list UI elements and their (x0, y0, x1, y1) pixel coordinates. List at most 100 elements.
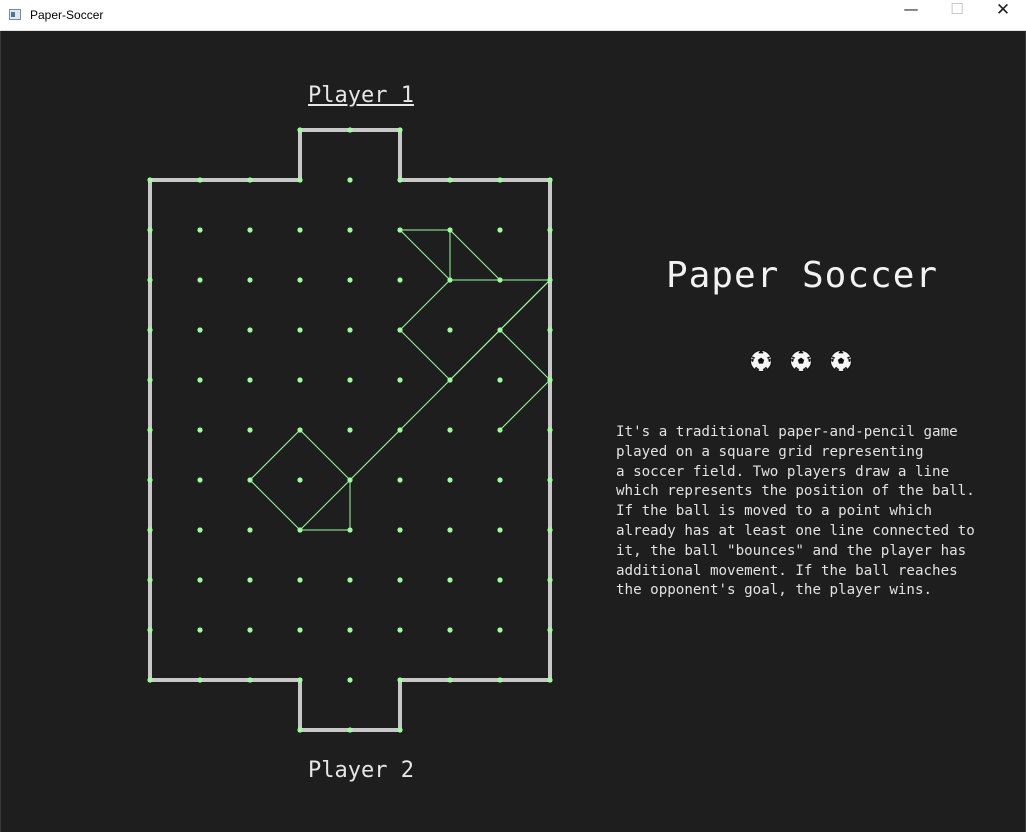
grid-point (347, 377, 353, 383)
grid-point (397, 227, 403, 233)
grid-point (347, 427, 353, 433)
grid-point (447, 377, 453, 383)
move-line (399, 329, 451, 381)
grid-point (547, 677, 553, 683)
grid-point (447, 227, 453, 233)
move-line (299, 429, 351, 481)
grid-point (347, 227, 353, 233)
grid-point (247, 277, 253, 283)
move-line (499, 279, 551, 331)
move-line (399, 229, 451, 281)
grid-point (297, 477, 303, 483)
grid-point (447, 527, 453, 533)
grid-point (197, 327, 203, 333)
grid-point (297, 227, 303, 233)
grid-point (247, 377, 253, 383)
grid-point (247, 627, 253, 633)
grid-point (447, 627, 453, 633)
grid-point (297, 577, 303, 583)
grid-point (297, 177, 303, 183)
grid-point (297, 127, 303, 133)
grid-point (397, 727, 403, 733)
move-line (299, 479, 351, 531)
grid-point (247, 227, 253, 233)
soccer-field[interactable] (0, 0, 1026, 832)
grid-point (397, 677, 403, 683)
grid-point (397, 277, 403, 283)
grid-point (297, 427, 303, 433)
grid-point (147, 477, 153, 483)
ball-icons (742, 349, 862, 375)
grid-point (197, 277, 203, 283)
grid-point (147, 427, 153, 433)
grid-point (497, 677, 503, 683)
grid-point (147, 327, 153, 333)
player-2-label: Player 2 (308, 758, 414, 783)
move-line (449, 329, 501, 381)
grid-point (547, 277, 553, 283)
grid-point (497, 377, 503, 383)
grid-point (347, 177, 353, 183)
grid-point (197, 577, 203, 583)
grid-point (497, 277, 503, 283)
grid-point (547, 177, 553, 183)
soccer-ball-icon (829, 349, 853, 373)
grid-point (447, 677, 453, 683)
grid-point (197, 477, 203, 483)
grid-point (197, 627, 203, 633)
grid-point (347, 327, 353, 333)
grid-point (497, 527, 503, 533)
grid-point (497, 427, 503, 433)
grid-point (397, 177, 403, 183)
grid-point (397, 627, 403, 633)
grid-point (147, 227, 153, 233)
grid-point (197, 527, 203, 533)
grid-point (397, 127, 403, 133)
grid-point (447, 427, 453, 433)
soccer-ball-icon (789, 349, 813, 373)
grid-point (347, 727, 353, 733)
grid-point (247, 477, 253, 483)
grid-point (297, 527, 303, 533)
grid-point (197, 227, 203, 233)
grid-point (497, 327, 503, 333)
grid-point (247, 427, 253, 433)
grid-point (197, 377, 203, 383)
grid-point (147, 677, 153, 683)
grid-point (247, 577, 253, 583)
grid-point (497, 627, 503, 633)
grid-point (347, 277, 353, 283)
grid-point (347, 627, 353, 633)
grid-point (397, 377, 403, 383)
move-line (499, 329, 551, 381)
grid-point (297, 677, 303, 683)
grid-point (547, 527, 553, 533)
grid-point (347, 677, 353, 683)
grid-point (397, 527, 403, 533)
grid-point (297, 627, 303, 633)
grid-point (497, 177, 503, 183)
grid-point (147, 627, 153, 633)
grid-point (397, 477, 403, 483)
grid-point (247, 177, 253, 183)
grid-point (197, 677, 203, 683)
grid-point (547, 577, 553, 583)
grid-point (147, 527, 153, 533)
grid-point (397, 577, 403, 583)
grid-point (497, 577, 503, 583)
grid-point (147, 277, 153, 283)
grid-point (247, 527, 253, 533)
grid-point (297, 727, 303, 733)
grid-point (397, 427, 403, 433)
grid-point (547, 227, 553, 233)
grid-point (197, 177, 203, 183)
player-1-label: Player 1 (308, 83, 414, 108)
grid-point (547, 427, 553, 433)
grid-point (547, 477, 553, 483)
grid-point (497, 227, 503, 233)
grid-point (297, 277, 303, 283)
grid-point (447, 277, 453, 283)
grid-point (297, 377, 303, 383)
soccer-ball-icon (749, 349, 773, 373)
grid-point (497, 477, 503, 483)
